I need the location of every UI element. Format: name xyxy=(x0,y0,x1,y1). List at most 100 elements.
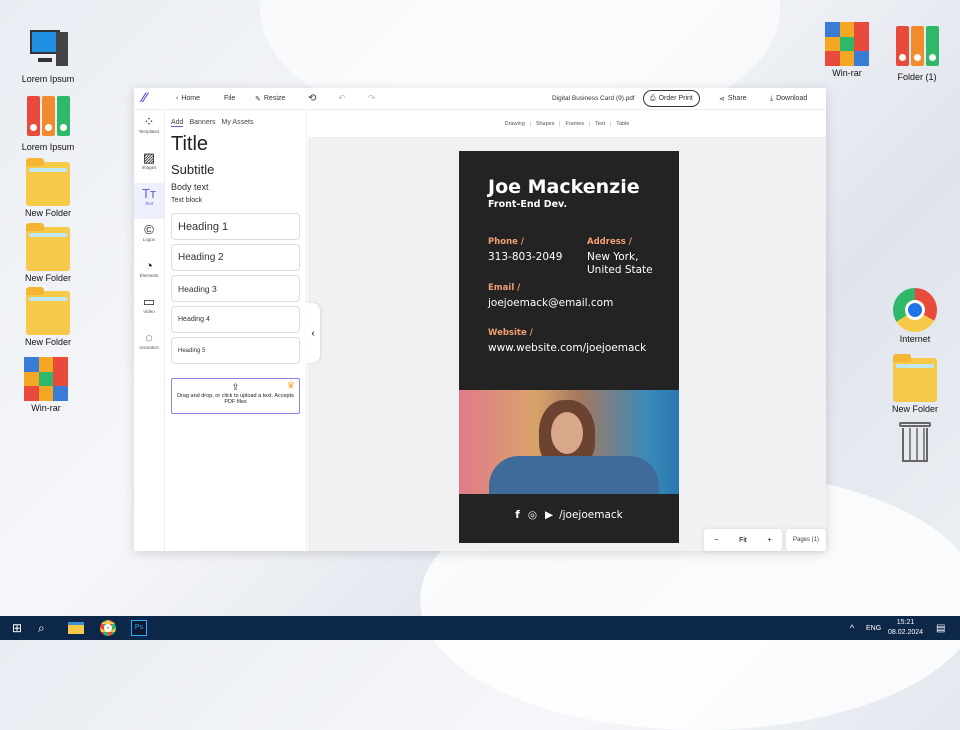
image-icon: ▨ xyxy=(142,150,156,165)
file-explorer-icon[interactable] xyxy=(68,616,84,640)
website-value: www.website.com/joejoemack xyxy=(488,342,647,354)
address-line-2: United State xyxy=(587,264,653,276)
chevron-left-icon: ‹ xyxy=(176,95,179,102)
rail-elements[interactable]: ◔ Elements xyxy=(134,255,164,291)
tool-drawing[interactable]: Drawing xyxy=(500,121,531,127)
folder-icon xyxy=(26,287,70,335)
chrome-icon xyxy=(893,288,937,332)
tool-table[interactable]: Table xyxy=(611,121,634,127)
photoshop-icon[interactable]: Ps xyxy=(131,616,147,640)
tab-my-assets[interactable]: My Assets xyxy=(222,119,254,127)
folder-icon xyxy=(26,223,70,271)
download-button[interactable]: ⤓ Download xyxy=(770,95,807,103)
heading-1-option[interactable]: Heading 1 xyxy=(171,213,300,240)
windows-start-icon[interactable]: ⊞ xyxy=(12,616,22,640)
file-name: Digital Business Card (9).pdf xyxy=(552,95,635,102)
card-name: Joe Mackenzie xyxy=(488,176,640,198)
winrar-icon xyxy=(24,357,68,401)
desktop-icon-folder[interactable]: New Folder xyxy=(879,354,951,414)
business-card[interactable]: Joe Mackenzie Front-End Dev. Phone / 313… xyxy=(459,151,679,543)
tab-add[interactable]: Add xyxy=(171,119,184,127)
winrar-icon xyxy=(825,22,869,66)
desktop-icon-binders[interactable]: Lorem Ipsum xyxy=(12,96,84,152)
email-value: joejoemack@email.com xyxy=(488,297,614,309)
add-title[interactable]: Title xyxy=(171,133,300,156)
canvas-tools: Drawing Shapes Frames Text Table xyxy=(308,111,826,138)
redo-icon[interactable]: ↷ xyxy=(368,93,376,104)
top-toolbar: ⁄⁄ ‹ Home File ✎ Resize ⟲ ↶ ↷ Digital Busi… xyxy=(134,88,826,110)
text-icon: Tт xyxy=(142,186,156,201)
upload-dropzone[interactable]: ⇪ Drag and drop, or click to upload a tex… xyxy=(171,378,300,414)
zoom-out-button[interactable]: − xyxy=(714,537,718,544)
sidebar-rail: ⁘ Templates ▨ Images Tт Text © Logos ◔ Elemen… xyxy=(134,111,165,551)
rail-text[interactable]: Tт Text xyxy=(134,183,164,219)
add-body-text[interactable]: Body text xyxy=(171,182,300,192)
youtube-icon: ▶ xyxy=(545,509,554,521)
taskbar: ⊞ ⌕ Ps ^ ENG 15:21 08.02.2024 ▤ xyxy=(0,616,960,640)
tool-shapes[interactable]: Shapes xyxy=(531,121,561,127)
resize-icon: ✎ xyxy=(255,95,261,103)
desktop-icon-folder[interactable]: New Folder xyxy=(12,223,84,283)
zoom-fit-button[interactable]: Fit xyxy=(739,537,747,544)
heading-4-option[interactable]: Heading 4 xyxy=(171,306,300,333)
desktop-icon-folder[interactable]: New Folder xyxy=(12,158,84,218)
language-indicator[interactable]: ENG xyxy=(866,616,881,640)
binders-icon xyxy=(895,26,939,70)
desktop-icon-folder[interactable]: New Folder xyxy=(12,287,84,347)
share-button[interactable]: ⋖ Share xyxy=(719,95,747,103)
desktop-icon-winrar[interactable]: Win-rar xyxy=(811,22,883,78)
rail-templates[interactable]: ⁘ Templates xyxy=(134,111,164,147)
home-button[interactable]: ‹ Home xyxy=(176,95,200,102)
tab-banners[interactable]: Banners xyxy=(189,119,215,127)
printer-icon: ⎙ xyxy=(650,94,656,102)
zoom-in-button[interactable]: + xyxy=(768,537,772,544)
heading-3-option[interactable]: Heading 3 xyxy=(171,275,300,302)
animation-icon: ◌ xyxy=(145,330,153,345)
rail-logos[interactable]: © Logos xyxy=(134,219,164,255)
zoom-controls: − Fit + xyxy=(704,529,782,551)
video-icon: ▭ xyxy=(142,294,156,309)
add-subtitle[interactable]: Subtitle xyxy=(171,162,300,177)
address-line-1: New York, xyxy=(587,251,639,263)
instagram-icon: ◎ xyxy=(527,509,537,521)
desktop-icon-winrar[interactable]: Win-rar xyxy=(10,357,82,413)
card-role: Front-End Dev. xyxy=(488,199,568,210)
download-icon: ⤓ xyxy=(770,94,774,102)
chrome-taskbar-icon[interactable] xyxy=(100,616,116,640)
phone-value: 313-803-2049 xyxy=(488,251,563,263)
collapse-panel-button[interactable]: ‹ xyxy=(306,303,320,363)
binders-icon xyxy=(26,96,70,140)
facebook-icon: f xyxy=(515,509,520,521)
add-text-block[interactable]: Text block xyxy=(171,197,300,204)
tool-frames[interactable]: Frames xyxy=(560,121,591,127)
trash-icon xyxy=(893,420,937,464)
desktop-icon-trash[interactable] xyxy=(879,420,951,466)
file-menu[interactable]: File xyxy=(224,95,235,102)
rail-animation[interactable]: ◌ Animation xyxy=(134,327,164,363)
undo-icon[interactable]: ↶ xyxy=(338,93,346,104)
tool-text[interactable]: Text xyxy=(590,121,612,127)
notification-icon[interactable]: ▤ xyxy=(936,616,945,640)
history-icon[interactable]: ⟲ xyxy=(308,93,316,104)
social-handle: /joejoemack xyxy=(559,509,623,521)
templates-icon: ⁘ xyxy=(143,114,155,129)
tray-chevron-icon[interactable]: ^ xyxy=(850,616,854,640)
clock[interactable]: 15:21 08.02.2024 xyxy=(888,616,923,640)
rail-video[interactable]: ▭ Video xyxy=(134,291,164,327)
heading-5-option[interactable]: Heading 5 xyxy=(171,337,300,364)
heading-2-option[interactable]: Heading 2 xyxy=(171,244,300,271)
resize-button[interactable]: ✎ Resize xyxy=(255,95,285,103)
text-panel: Add Banners My Assets Title Subtitle Body … xyxy=(165,111,307,551)
folder-icon xyxy=(26,158,70,206)
search-icon[interactable]: ⌕ xyxy=(38,616,45,640)
phone-label: Phone / xyxy=(488,237,525,247)
desktop-icon-chrome[interactable]: Internet xyxy=(879,288,951,344)
desktop-icon-binders[interactable]: Folder (1) xyxy=(881,26,953,82)
email-label: Email / xyxy=(488,283,521,293)
rail-images[interactable]: ▨ Images xyxy=(134,147,164,183)
desktop-icon-computer[interactable]: Lorem Ipsum xyxy=(12,28,84,84)
copyright-icon: © xyxy=(144,222,154,237)
order-print-button[interactable]: ⎙ Order Print xyxy=(643,90,700,107)
folder-icon xyxy=(893,354,937,402)
pages-button[interactable]: Pages (1) xyxy=(786,529,826,551)
